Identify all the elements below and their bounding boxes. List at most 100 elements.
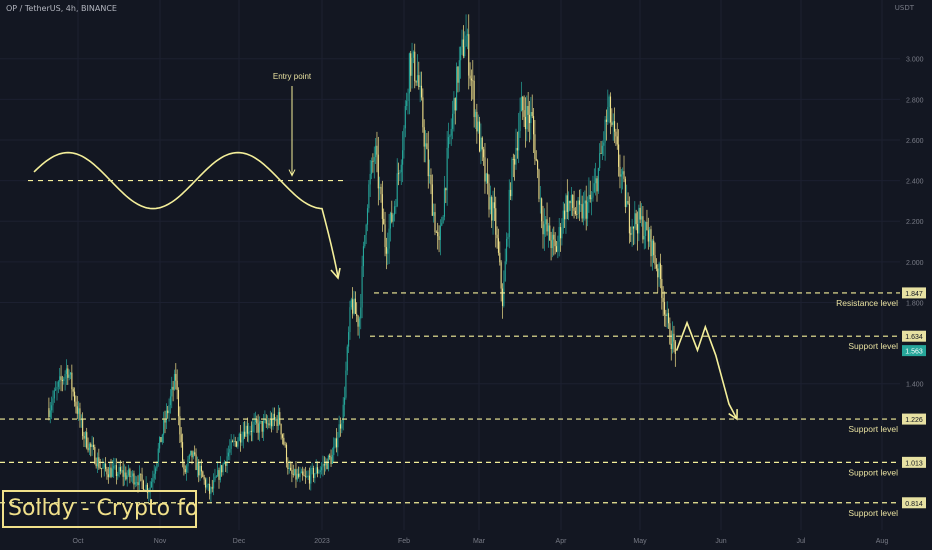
candle-body [169,396,171,406]
candle-body [280,424,282,435]
candle-body [527,105,529,115]
candle-body [465,35,467,47]
candle-body [88,443,90,451]
candle-body [90,443,92,447]
candle-body [438,236,440,241]
x-tick-label: May [633,538,647,545]
candle-body [109,467,111,478]
candle-body [219,465,221,480]
candle-body [55,389,57,391]
candle-body [231,441,234,443]
candle-body [348,332,350,347]
candle-body [593,183,595,192]
candle-body [125,472,127,480]
candle-body [483,149,485,158]
candle-body [504,261,506,282]
candle-body [530,112,532,124]
price-chart[interactable]: Entry point 1.847 Resistance level 1.634 Su… [0,0,932,550]
candle-body [603,142,605,146]
candle-body [244,431,246,437]
candle-body [473,80,475,118]
y-tick-label: 1.400 [906,382,924,389]
candle-body [63,378,65,381]
candle-body [538,169,540,199]
candle-body [561,228,563,239]
candle-body [396,173,398,207]
candle-body [111,468,113,477]
candle-body [580,204,582,206]
candle-body [186,466,188,473]
candle-body [314,473,316,478]
x-tick-label: Dec [233,538,246,545]
candle-body [102,467,104,469]
candle-body [167,410,169,414]
candle-body [292,473,294,475]
candle-body [52,398,54,406]
x-tick-label: Oct [73,538,84,545]
candle-body [333,446,335,456]
candle-body [337,437,339,448]
candle-body [419,85,421,87]
candle-body [507,237,509,239]
candle-body [141,474,143,481]
candle-body [82,418,84,437]
candle-body [103,463,105,468]
candle-body [554,239,556,247]
candle-body [252,424,254,432]
candle-body [429,174,431,177]
candle-body [152,478,154,482]
candle-body [204,479,207,488]
candle-body [218,470,220,480]
candle-body [339,424,342,429]
candle-body [620,174,622,177]
candle-body [415,81,417,83]
candle-body [510,189,512,197]
candle-body [281,434,284,438]
x-tick-label: Jun [715,538,726,545]
candle-body [160,437,162,443]
candle-body [341,423,343,429]
candle-body [353,298,355,314]
candle-body [184,469,186,473]
candle-body [130,476,132,478]
candle-body [318,472,320,474]
candle-body [404,106,406,129]
candle-body [581,204,583,219]
candle-body [553,234,555,240]
candle-body [192,452,194,458]
candle-body [357,315,359,327]
x-tick-label: Jul [797,538,806,545]
candle-body [604,119,606,143]
candle-body [165,410,167,423]
candle-body [133,473,135,485]
candle-body [542,221,544,235]
level-label: Resistance level [836,298,898,308]
y-tick-label: 2.400 [906,179,924,186]
candle-body [400,164,402,173]
candle-body [643,235,645,240]
candle-body [215,476,217,478]
candle-body [366,208,369,225]
candle-body [317,467,319,474]
candle-body [596,178,598,192]
candle-body [361,266,363,308]
candle-body [535,158,537,161]
candle-body [659,263,662,279]
candle-body [198,462,200,476]
x-tick-label: 2023 [314,538,330,545]
candle-body [589,194,591,200]
candle-body [385,246,387,254]
candle-body [616,136,618,145]
candle-body [446,147,448,191]
candle-body [635,213,637,225]
candle-body [202,471,204,477]
candle-body [524,116,527,130]
candle-body [447,137,450,148]
candle-body [430,174,432,185]
candle-body [71,372,73,390]
candle-body [253,421,255,425]
candle-body [87,447,89,451]
candle-body [79,408,81,421]
candle-body [618,144,620,167]
candle-body [72,389,74,392]
